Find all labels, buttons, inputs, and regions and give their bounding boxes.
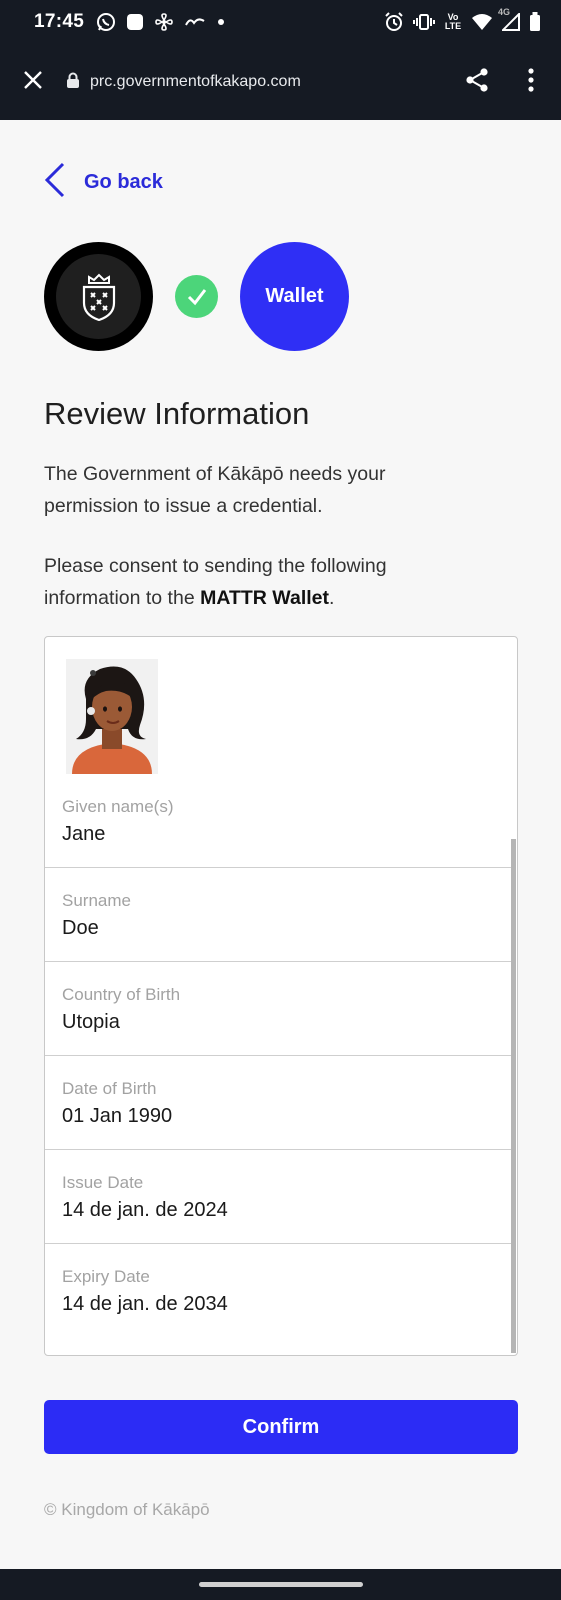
consent-suffix: . xyxy=(329,587,335,609)
footer-copyright: © Kingdom of Kākāpō xyxy=(44,1500,210,1519)
field-given-name: Given name(s) Jane xyxy=(45,775,511,868)
volte-icon: Vo LTE xyxy=(444,12,462,31)
home-gesture-handle[interactable] xyxy=(198,1582,363,1587)
status-bar: 17:45 Vo LTE 4G xyxy=(0,0,561,44)
alarm-icon xyxy=(384,12,404,32)
url-bar[interactable]: prc.governmentofkakapo.com xyxy=(66,72,453,93)
more-options-button[interactable] xyxy=(507,44,555,120)
field-surname: Surname Doe xyxy=(45,869,511,962)
network-type-label: 4G xyxy=(498,7,511,17)
crest-icon xyxy=(56,254,141,339)
page-title: Review Information xyxy=(44,396,310,431)
square-notification-icon xyxy=(126,13,144,31)
share-icon xyxy=(464,67,490,98)
issuer-wallet-logos: Wallet xyxy=(44,242,364,352)
chevron-left-icon xyxy=(44,162,66,203)
card-scrollbar[interactable] xyxy=(511,839,516,1353)
field-country-of-birth: Country of Birth Utopia xyxy=(45,963,511,1056)
avatar xyxy=(66,659,158,774)
more-vert-icon xyxy=(528,67,534,97)
system-icons: Vo LTE 4G xyxy=(384,7,541,32)
share-button[interactable] xyxy=(453,44,501,120)
close-tab-button[interactable] xyxy=(0,44,66,120)
field-label: Country of Birth xyxy=(62,985,181,1004)
credential-card[interactable]: Given name(s) Jane Surname Doe Country o… xyxy=(44,636,518,1356)
consent-text: Please consent to sending the following … xyxy=(44,550,464,614)
field-value: 14 de jan. de 2034 xyxy=(62,1293,228,1315)
app-notification-icon xyxy=(184,15,206,29)
field-label: Issue Date xyxy=(62,1173,144,1192)
field-label: Surname xyxy=(62,891,131,910)
field-label: Given name(s) xyxy=(62,797,174,816)
browser-toolbar: prc.governmentofkakapo.com xyxy=(0,44,561,120)
field-label: Date of Birth xyxy=(62,1079,157,1098)
whatsapp-icon xyxy=(96,12,116,32)
lock-icon xyxy=(66,72,80,93)
field-label: Expiry Date xyxy=(62,1267,150,1286)
go-back-link[interactable]: Go back xyxy=(44,162,163,202)
vibrate-icon xyxy=(413,13,435,31)
field-value: Jane xyxy=(62,823,106,845)
government-crest-logo xyxy=(44,242,153,351)
field-issue-date: Issue Date 14 de jan. de 2024 xyxy=(45,1151,511,1244)
field-value: Utopia xyxy=(62,1011,120,1033)
check-icon xyxy=(175,275,218,318)
intro-text: The Government of Kākāpō needs your perm… xyxy=(44,463,386,517)
field-date-of-birth: Date of Birth 01 Jan 1990 xyxy=(45,1057,511,1150)
field-value: 01 Jan 1990 xyxy=(62,1105,173,1127)
wifi-icon xyxy=(471,13,493,31)
field-value: Doe xyxy=(62,917,99,939)
fan-icon xyxy=(154,12,174,32)
battery-icon xyxy=(529,12,541,32)
field-expiry-date: Expiry Date 14 de jan. de 2034 xyxy=(45,1245,511,1338)
signal-icon: 4G xyxy=(498,7,520,31)
go-back-label: Go back xyxy=(84,170,163,193)
close-icon xyxy=(23,70,43,95)
wallet-logo: Wallet xyxy=(240,242,349,351)
field-value: 14 de jan. de 2024 xyxy=(62,1199,228,1221)
confirm-button[interactable]: Confirm xyxy=(44,1400,518,1454)
dot-icon xyxy=(216,17,226,27)
notification-icons xyxy=(96,12,226,32)
consent-wallet-name: MATTR Wallet xyxy=(200,587,329,609)
url-text: prc.governmentofkakapo.com xyxy=(90,73,301,90)
system-nav-bar xyxy=(0,1569,561,1600)
status-time: 17:45 xyxy=(34,11,85,32)
